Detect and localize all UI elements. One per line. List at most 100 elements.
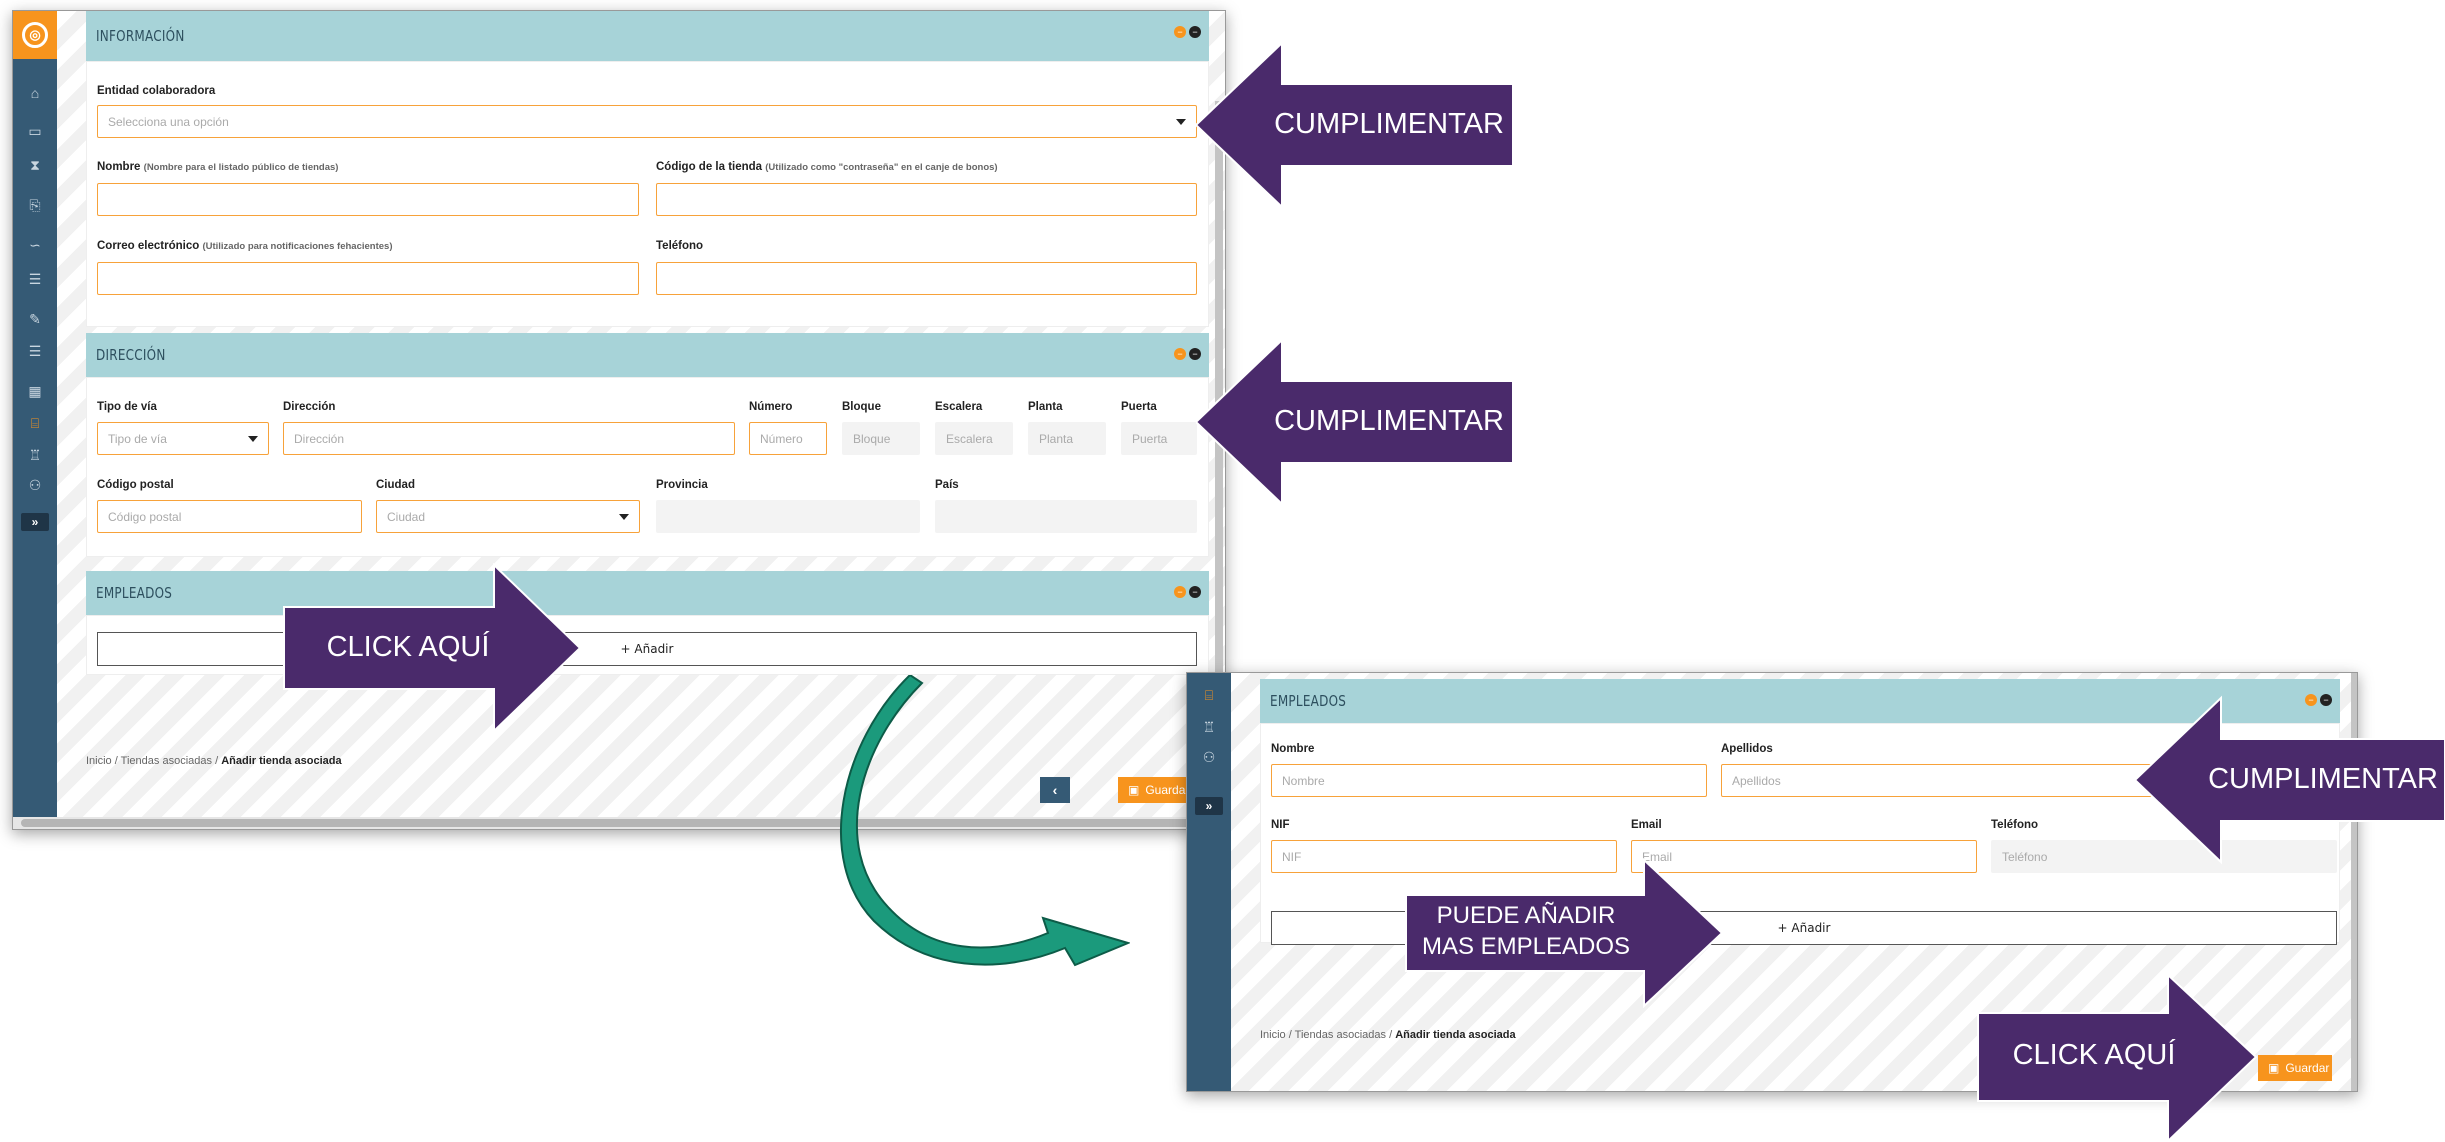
escalera-label: Escalera [935, 401, 983, 413]
users-icon[interactable]: ⚇ [13, 473, 57, 497]
store-icon[interactable]: ⌸ [1187, 683, 1231, 707]
escalera-input[interactable]: Escalera [935, 422, 1013, 455]
callout-cumplimentar-1: CUMPLIMENTAR [1196, 40, 1516, 210]
caret-down-icon [619, 514, 629, 520]
cp-input[interactable]: Código postal [97, 500, 362, 533]
app-logo[interactable]: ◎ [13, 11, 57, 59]
expand-sidebar-button[interactable]: » [1195, 797, 1223, 815]
building-icon[interactable]: ▦ [13, 379, 57, 403]
breadcrumb-inicio[interactable]: Inicio [86, 755, 112, 767]
breadcrumb-tiendas[interactable]: Tiendas asociadas [121, 755, 212, 767]
select-placeholder: Tipo de vía [108, 431, 167, 446]
collapse-icon[interactable]: − [1174, 586, 1186, 598]
collapse-icon[interactable]: − [1174, 348, 1186, 360]
codigo-input[interactable] [656, 183, 1197, 216]
planta-input[interactable]: Planta [1028, 422, 1106, 455]
select-placeholder: Selecciona una opción [108, 114, 229, 129]
tipo-via-select[interactable]: Tipo de vía [97, 422, 269, 455]
codigo-label: Código de la tienda (Utilizado como "con… [656, 161, 998, 173]
email-label: Email [1631, 819, 1662, 831]
save-button[interactable]: ▣ Guardar [2258, 1055, 2332, 1081]
breadcrumb-tiendas[interactable]: Tiendas asociadas [1295, 1029, 1386, 1041]
bloque-input[interactable]: Bloque [842, 422, 920, 455]
expand-sidebar-button[interactable]: » [21, 513, 49, 531]
nombre-label: Nombre [1271, 743, 1315, 755]
informacion-header[interactable]: INFORMACIÓN − − [86, 11, 1209, 61]
pais-label: País [935, 479, 959, 491]
signature-icon[interactable]: ∽ [13, 233, 57, 257]
callout-line-2: MAS EMPLEADOS [1421, 933, 1631, 960]
label-text: Nombre [97, 161, 141, 173]
minus-icon[interactable]: − [1189, 26, 1201, 38]
list-icon[interactable]: ☰ [13, 267, 57, 291]
input-placeholder: NIF [1282, 849, 1302, 864]
home-icon[interactable]: ⌂ [13, 81, 57, 105]
entidad-select[interactable]: Selecciona una opción [97, 105, 1197, 138]
label-hint: (Utilizado para notificaciones fehacient… [202, 241, 393, 252]
minus-icon[interactable]: − [1189, 586, 1201, 598]
ciudad-select[interactable]: Ciudad [376, 500, 640, 533]
breadcrumb-separator: / [1288, 1029, 1292, 1041]
save-icon: ▣ [2268, 1061, 2280, 1075]
breadcrumb-current: Añadir tienda asociada [221, 755, 342, 767]
puerta-input[interactable]: Puerta [1121, 422, 1197, 455]
direccion-input[interactable]: Dirección [283, 422, 735, 455]
breadcrumb: Inicio / Tiendas asociadas / Añadir tien… [86, 755, 342, 767]
input-placeholder: Apellidos [1732, 773, 1781, 788]
provincia-label: Provincia [656, 479, 708, 491]
callout-cumplimentar-2: CUMPLIMENTAR [1196, 337, 1516, 507]
logo-icon: ◎ [22, 22, 48, 48]
ciudad-label: Ciudad [376, 479, 415, 491]
correo-input[interactable] [97, 262, 639, 295]
label-text: Correo electrónico [97, 240, 200, 252]
breadcrumb-separator: / [1389, 1029, 1393, 1041]
label-hint: (Nombre para el listado público de tiend… [143, 162, 339, 173]
archive-icon[interactable]: ▭ [13, 119, 57, 143]
label-hint: (Utilizado como "contraseña" en el canje… [765, 162, 998, 173]
add-employee-button[interactable]: + Añadir [97, 632, 1197, 666]
callout-text: CLICK AQUÍ [326, 631, 490, 663]
planta-label: Planta [1028, 401, 1063, 413]
empleados-header[interactable]: EMPLEADOS − − [86, 571, 1209, 615]
save-label: Guardar [2285, 1061, 2330, 1075]
callout-text: PUEDE AÑADIR MAS EMPLEADOS [1408, 900, 1644, 962]
list-icon-2[interactable]: ☰ [13, 339, 57, 363]
panel-title: EMPLEADOS [96, 584, 173, 602]
breadcrumb-separator: / [215, 755, 219, 767]
trophy-icon[interactable]: ♖ [13, 443, 57, 467]
input-placeholder: Escalera [946, 431, 993, 446]
direccion-header[interactable]: DIRECCIÓN − − [86, 333, 1209, 377]
telefono-input[interactable] [656, 262, 1197, 295]
input-placeholder: Dirección [294, 431, 345, 446]
callout-click-aqui-1: CLICK AQUÍ [282, 563, 582, 733]
scroll-icon[interactable]: ⎘ [13, 193, 57, 217]
breadcrumb-inicio[interactable]: Inicio [1260, 1029, 1286, 1041]
nombre-input[interactable] [97, 183, 639, 216]
store-icon[interactable]: ⌸ [13, 411, 57, 435]
entidad-label: Entidad colaboradora [97, 85, 216, 97]
hourglass-icon[interactable]: ⧗ [13, 153, 57, 177]
trophy-icon[interactable]: ♖ [1187, 715, 1231, 739]
nif-label: NIF [1271, 819, 1290, 831]
input-placeholder: Número [760, 431, 803, 446]
callout-click-aqui-2: CLICK AQUÍ [1976, 973, 2258, 1142]
numero-input[interactable]: Número [749, 422, 827, 455]
apellidos-label: Apellidos [1721, 743, 1773, 755]
callout-text: CUMPLIMENTAR [1274, 108, 1504, 140]
panel-title: DIRECCIÓN [96, 346, 166, 364]
input-placeholder: Planta [1039, 431, 1074, 446]
callout-text: CUMPLIMENTAR [2208, 763, 2438, 795]
input-placeholder: Nombre [1282, 773, 1325, 788]
provincia-input[interactable] [656, 500, 920, 533]
input-placeholder: Puerta [1132, 431, 1168, 446]
edit-icon[interactable]: ✎ [13, 307, 57, 331]
nombre-input[interactable]: Nombre [1271, 764, 1707, 797]
pais-input[interactable] [935, 500, 1197, 533]
nombre-label: Nombre (Nombre para el listado público d… [97, 161, 338, 173]
callout-line-1: PUEDE AÑADIR [1436, 902, 1616, 929]
select-placeholder: Ciudad [387, 509, 426, 524]
sidebar: ⌸ ♖ ⚇ » [1187, 673, 1231, 1091]
users-icon[interactable]: ⚇ [1187, 745, 1231, 769]
collapse-icon[interactable]: − [1174, 26, 1186, 38]
breadcrumb: Inicio / Tiendas asociadas / Añadir tien… [1260, 1029, 1516, 1041]
